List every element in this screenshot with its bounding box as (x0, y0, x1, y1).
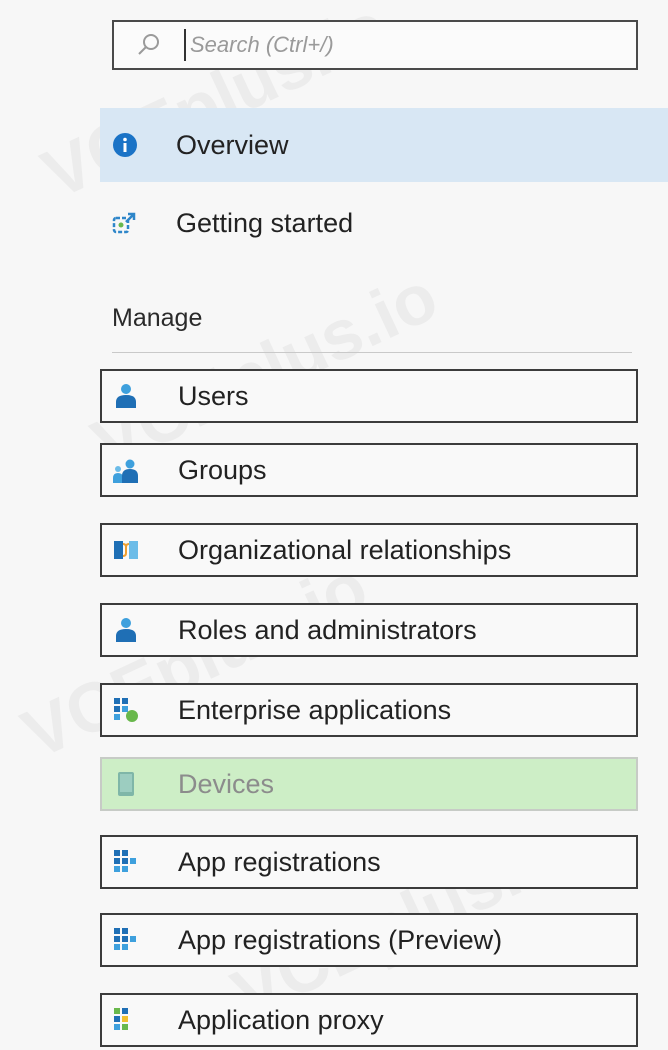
menu-item-roles[interactable]: Roles and administrators (100, 603, 638, 657)
menu-item-roles-label: Roles and administrators (178, 614, 477, 645)
menu-item-application-proxy[interactable]: Application proxy (100, 993, 638, 1047)
menu-item-groups[interactable]: Groups (100, 443, 638, 497)
menu-item-org-relationships[interactable]: Organizational relationships (100, 523, 638, 577)
nav-overview-label: Overview (176, 129, 289, 160)
roles-icon (116, 618, 136, 642)
search-box[interactable] (112, 20, 638, 70)
nav-getting-started[interactable]: Getting started (100, 186, 668, 260)
menu-item-app-registrations-preview-label: App registrations (Preview) (178, 924, 503, 955)
nav-overview[interactable]: Overview (100, 108, 668, 182)
search-input[interactable] (184, 29, 592, 61)
menu-item-app-registrations-preview[interactable]: App registrations (Preview) (100, 913, 638, 967)
menu-item-application-proxy-label: Application proxy (178, 1004, 384, 1035)
section-divider (112, 352, 632, 353)
getting-started-icon (112, 212, 136, 234)
menu-item-devices[interactable]: Devices (100, 757, 638, 811)
menu-item-users-label: Users (178, 380, 249, 411)
enterprise-apps-icon (114, 698, 138, 722)
application-proxy-icon (114, 1008, 128, 1030)
section-title-manage: Manage (112, 304, 203, 332)
app-registrations-icon (114, 850, 136, 872)
org-relationships-icon (114, 541, 138, 559)
info-icon (113, 133, 137, 157)
menu-item-users[interactable]: Users (100, 369, 638, 423)
nav-getting-started-label: Getting started (176, 207, 354, 238)
search-icon (138, 34, 159, 55)
device-icon (118, 772, 134, 796)
watermark: VCEplus.io (10, 546, 379, 774)
menu-item-enterprise-apps[interactable]: Enterprise applications (100, 683, 638, 737)
user-icon (116, 384, 136, 408)
groups-icon (113, 459, 138, 483)
menu-item-app-registrations[interactable]: App registrations (100, 835, 638, 889)
menu-item-org-relationships-label: Organizational relationships (178, 534, 512, 565)
menu-item-enterprise-apps-label: Enterprise applications (178, 694, 452, 725)
menu-item-devices-label: Devices (178, 768, 275, 799)
app-registrations-preview-icon (114, 928, 136, 950)
menu-item-groups-label: Groups (178, 454, 267, 485)
menu-item-app-registrations-label: App registrations (178, 846, 381, 877)
